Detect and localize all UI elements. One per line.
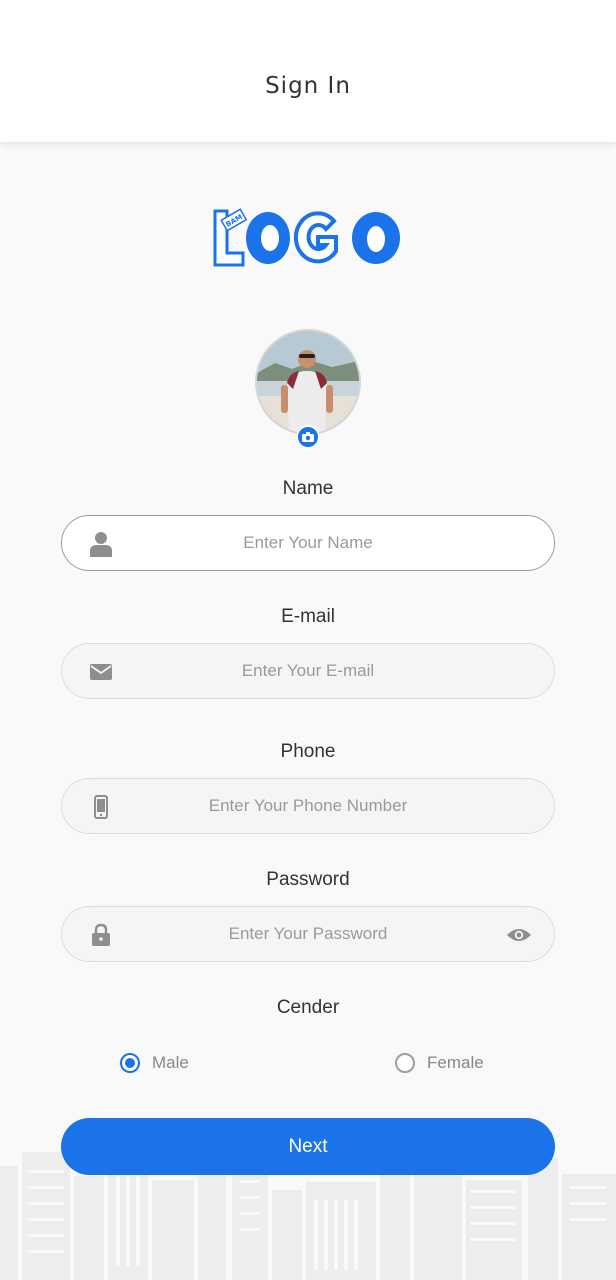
phone-icon — [88, 794, 114, 820]
phone-label: Phone — [280, 741, 336, 762]
gender-option-male[interactable]: Male — [120, 1050, 189, 1076]
app-header: Sign In — [0, 0, 616, 142]
male-label: Male — [152, 1053, 189, 1072]
female-radio[interactable] — [395, 1053, 415, 1073]
name-field-container — [61, 515, 555, 571]
gender-option-female[interactable]: Female — [395, 1050, 484, 1076]
email-input[interactable] — [62, 644, 554, 698]
change-photo-button[interactable] — [296, 425, 320, 449]
person-icon — [88, 531, 114, 557]
eye-icon[interactable] — [506, 923, 532, 947]
avatar — [255, 329, 361, 435]
phone-input[interactable] — [62, 779, 554, 833]
name-label: Name — [282, 478, 334, 499]
male-radio[interactable] — [120, 1053, 140, 1073]
next-button[interactable]: Next — [61, 1118, 555, 1175]
female-label: Female — [427, 1053, 484, 1072]
page-title: Sign In — [265, 73, 351, 99]
password-input[interactable] — [62, 907, 554, 961]
email-label: E-mail — [281, 606, 335, 627]
logo: BAM — [213, 208, 400, 267]
password-field-container — [61, 906, 555, 962]
password-label: Password — [266, 869, 350, 890]
name-input[interactable] — [62, 516, 554, 570]
lock-icon — [88, 922, 114, 948]
profile-photo[interactable] — [255, 329, 361, 449]
envelope-icon — [88, 659, 114, 685]
email-field-container — [61, 643, 555, 699]
camera-icon — [302, 432, 314, 442]
phone-field-container — [61, 778, 555, 834]
gender-label: Cender — [276, 997, 340, 1018]
